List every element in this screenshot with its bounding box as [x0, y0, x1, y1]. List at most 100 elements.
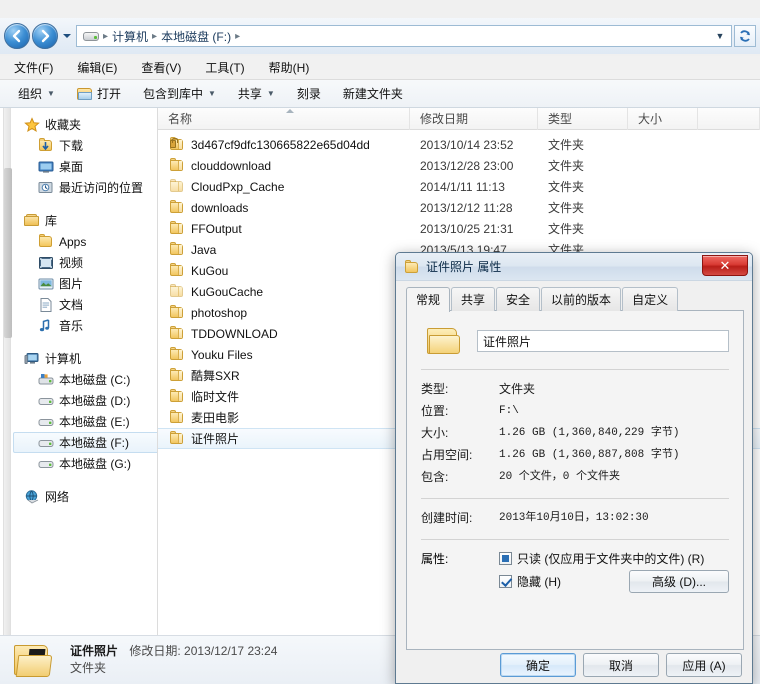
- back-arrow-icon: [10, 29, 24, 43]
- attributes-key: 属性:: [421, 548, 499, 593]
- sidebar-item-documents[interactable]: 文档: [14, 294, 158, 315]
- file-name-label: 麦田电影: [191, 409, 239, 426]
- file-name-label: 3d467cf9dfc130665822e65d04dd: [191, 138, 370, 152]
- folder-icon: [168, 431, 185, 446]
- toolbar-organize[interactable]: 组织 ▼: [10, 82, 63, 105]
- video-library-icon: [38, 255, 54, 271]
- toolbar-include-in-library[interactable]: 包含到库中 ▼: [135, 82, 224, 105]
- breadcrumb-bar[interactable]: ▸ 计算机 ▸ 本地磁盘 (F:) ▸ ▼: [76, 25, 732, 47]
- sidebar-item-drive-d[interactable]: 本地磁盘 (D:): [14, 390, 158, 411]
- sort-ascending-icon: [286, 109, 294, 113]
- sidebar-item-drive-e[interactable]: 本地磁盘 (E:): [14, 411, 158, 432]
- column-header-date[interactable]: 修改日期: [410, 108, 538, 130]
- folder-name-input[interactable]: 证件照片: [477, 330, 729, 352]
- sidebar-group-libraries[interactable]: 库: [14, 210, 158, 231]
- table-row[interactable]: CloudPxp_Cache2014/1/11 11:13文件夹: [158, 176, 760, 197]
- file-date-cell: 2013/10/14 23:52: [410, 138, 538, 152]
- property-value: 2013年10月10日，13:02:30: [499, 507, 649, 529]
- tab-general[interactable]: 常规: [406, 287, 450, 312]
- column-header-type[interactable]: 类型: [538, 108, 628, 130]
- network-icon: [24, 489, 40, 505]
- property-size-on-disk: 占用空间: 1.26 GB (1,360,887,808 字节): [421, 444, 729, 466]
- refresh-button[interactable]: [734, 25, 756, 47]
- file-name-label: FFOutput: [191, 222, 242, 236]
- sidebar-group-favorites[interactable]: 收藏夹: [14, 114, 158, 135]
- column-header-name[interactable]: 名称: [158, 108, 410, 130]
- folder-large-icon: [427, 325, 463, 357]
- table-row[interactable]: FFOutput2013/10/25 21:31文件夹: [158, 218, 760, 239]
- menu-help[interactable]: 帮助(H): [265, 57, 322, 78]
- apply-button[interactable]: 应用 (A): [666, 653, 742, 677]
- sidebar-label: 下载: [59, 137, 83, 154]
- close-button[interactable]: ✕: [702, 255, 748, 276]
- address-dropdown-icon[interactable]: ▼: [711, 31, 729, 41]
- sidebar-item-music[interactable]: 音乐: [14, 315, 158, 336]
- property-key: 占用空间:: [421, 444, 499, 466]
- sidebar-group-computer[interactable]: 计算机: [14, 348, 158, 369]
- attributes-list: 只读 (仅应用于文件夹中的文件) (R) 隐藏 (H) 高级 (D)...: [499, 548, 729, 593]
- file-date-cell: 2014/1/11 11:13: [410, 180, 538, 194]
- table-row[interactable]: 3d467cf9dfc130665822e65d04dd 2013/10/14 2…: [158, 134, 760, 155]
- sidebar-item-videos[interactable]: 视频: [14, 252, 158, 273]
- toolbar-burn[interactable]: 刻录: [289, 82, 329, 105]
- toolbar-new-folder[interactable]: 新建文件夹: [335, 82, 411, 105]
- breadcrumb-drive-f[interactable]: 本地磁盘 (F:): [158, 28, 234, 45]
- ok-button-label: 确定: [526, 657, 550, 674]
- tab-customize[interactable]: 自定义: [622, 287, 678, 311]
- property-value: 1.26 GB (1,360,840,229 字节): [499, 422, 679, 444]
- recent-places-icon: [38, 180, 54, 196]
- advanced-button[interactable]: 高级 (D)...: [629, 570, 729, 593]
- tab-sharing[interactable]: 共享: [451, 287, 495, 311]
- refresh-icon: [738, 29, 752, 43]
- chevron-down-icon: [62, 32, 72, 40]
- back-button[interactable]: [4, 23, 30, 49]
- sidebar-item-drive-g[interactable]: 本地磁盘 (G:): [14, 453, 158, 474]
- pictures-library-icon: [38, 276, 54, 292]
- toolbar-open[interactable]: 打开: [69, 82, 129, 105]
- readonly-row[interactable]: 只读 (仅应用于文件夹中的文件) (R): [499, 548, 729, 569]
- file-name-cell: Youku Files: [158, 347, 410, 362]
- sidebar-label: Apps: [59, 235, 86, 249]
- hidden-folder-icon: [168, 284, 185, 299]
- sidebar-item-pictures[interactable]: 图片: [14, 273, 158, 294]
- dialog-title-bar[interactable]: 证件照片 属性 ✕: [396, 253, 752, 281]
- menu-view[interactable]: 查看(V): [137, 57, 193, 78]
- scrollbar-thumb[interactable]: [4, 168, 12, 338]
- ok-button[interactable]: 确定: [500, 653, 576, 677]
- details-date-value: 2013/12/17 23:24: [184, 644, 277, 658]
- menu-edit[interactable]: 编辑(E): [73, 57, 129, 78]
- tab-security[interactable]: 安全: [496, 287, 540, 311]
- dialog-title: 证件照片 属性: [426, 258, 501, 275]
- toolbar-share[interactable]: 共享 ▼: [230, 82, 283, 105]
- sidebar-item-drive-c[interactable]: 本地磁盘 (C:): [14, 369, 158, 390]
- sidebar-group-network[interactable]: 网络: [14, 486, 158, 507]
- sidebar-item-drive-f[interactable]: 本地磁盘 (F:): [13, 432, 158, 453]
- table-row[interactable]: downloads2013/12/12 11:28文件夹: [158, 197, 760, 218]
- hidden-checkbox[interactable]: [499, 575, 512, 588]
- navigation-pane: 收藏夹 下载 桌面: [0, 108, 158, 635]
- hidden-folder-icon: [168, 179, 185, 194]
- column-header-size[interactable]: 大小: [628, 108, 698, 130]
- navigation-scrollbar[interactable]: [3, 108, 11, 635]
- system-drive-icon: [38, 372, 54, 388]
- forward-button[interactable]: [32, 23, 58, 49]
- menu-file[interactable]: 文件(F): [10, 57, 65, 78]
- table-row[interactable]: clouddownload2013/12/28 23:00文件夹: [158, 155, 760, 176]
- sidebar-item-apps[interactable]: Apps: [14, 231, 158, 252]
- breadcrumb-computer[interactable]: 计算机: [109, 28, 151, 45]
- library-icon: [24, 213, 40, 229]
- file-name-label: Java: [191, 243, 216, 257]
- sidebar-item-downloads[interactable]: 下载: [14, 135, 158, 156]
- cancel-button[interactable]: 取消: [583, 653, 659, 677]
- advanced-button-label: 高级 (D)...: [652, 573, 706, 590]
- recent-pages-button[interactable]: [60, 23, 74, 49]
- apply-button-label: 应用 (A): [682, 657, 725, 674]
- menu-tools[interactable]: 工具(T): [201, 57, 256, 78]
- sidebar-item-desktop[interactable]: 桌面: [14, 156, 158, 177]
- tab-previous-versions[interactable]: 以前的版本: [541, 287, 621, 311]
- toolbar-organize-label: 组织: [18, 85, 42, 102]
- file-type-cell: 文件夹: [538, 157, 628, 174]
- column-header-extra[interactable]: [698, 108, 760, 130]
- sidebar-item-recent-places[interactable]: 最近访问的位置: [14, 177, 158, 198]
- readonly-checkbox[interactable]: [499, 552, 512, 565]
